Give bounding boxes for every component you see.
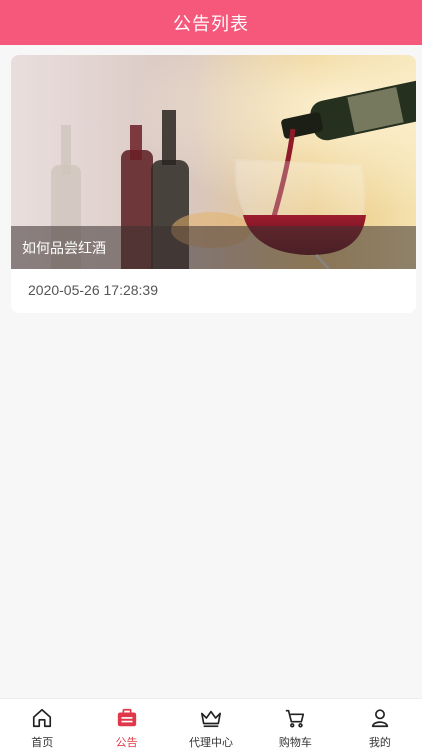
bottom-tab-bar: 首页 公告 代理中心 购物车 我的 [0, 698, 422, 750]
tab-agent-center[interactable]: 代理中心 [169, 699, 253, 750]
tab-label: 我的 [368, 736, 391, 749]
notice-title: 如何品尝红酒 [22, 240, 106, 257]
crown-icon [201, 710, 222, 728]
notice-caption-bar: 如何品尝红酒 [11, 226, 416, 269]
page-title: 公告列表 [173, 13, 249, 35]
tab-notice[interactable]: 公告 [84, 699, 168, 750]
tab-label: 代理中心 [189, 736, 234, 749]
tab-label: 购物车 [278, 736, 312, 749]
notice-date: 2020-05-26 17:28:39 [28, 282, 158, 298]
notice-image: 如何品尝红酒 [11, 55, 416, 269]
tab-label: 首页 [31, 736, 54, 749]
home-icon [33, 708, 52, 728]
tab-label: 公告 [115, 736, 138, 749]
tab-mine[interactable]: 我的 [338, 699, 422, 750]
tab-cart[interactable]: 购物车 [253, 699, 337, 750]
user-icon [371, 709, 388, 728]
notice-card[interactable]: 如何品尝红酒 2020-05-26 17:28:39 [11, 55, 416, 313]
notice-icon [117, 708, 136, 727]
cart-icon [286, 709, 305, 728]
app-header: 公告列表 [0, 0, 422, 45]
tab-home[interactable]: 首页 [0, 699, 84, 750]
